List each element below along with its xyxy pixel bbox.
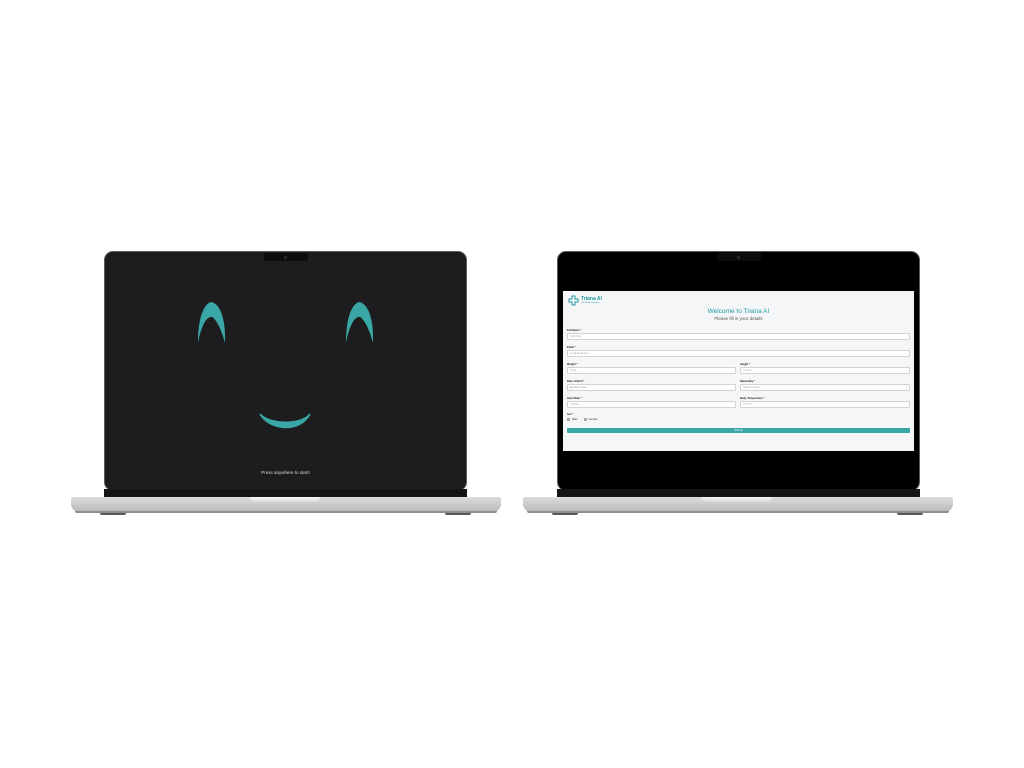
radio-male[interactable] xyxy=(567,418,570,421)
submit-button[interactable]: Submit xyxy=(567,428,910,433)
heart-rate-input[interactable]: 75 bpm xyxy=(567,401,736,408)
thumb-cutout xyxy=(702,497,772,502)
page-title: Welcome to Triana AI xyxy=(707,308,770,315)
smile-icon xyxy=(259,413,311,429)
full-name-input[interactable]: John Doe xyxy=(567,333,910,340)
weight-label: Weight * xyxy=(567,363,578,366)
foot-left xyxy=(552,513,578,515)
foot-left xyxy=(100,513,126,515)
foot-right xyxy=(897,513,923,515)
chevron-down-icon: ▾ xyxy=(905,386,907,389)
email-label: Email * xyxy=(567,346,576,349)
hinge xyxy=(104,489,467,497)
sex-options: Male Female xyxy=(567,418,597,421)
start-prompt: Press anywhere to start! xyxy=(261,470,310,475)
logo: Triana AI your health assistant xyxy=(568,295,602,306)
face-illustration xyxy=(198,302,374,429)
camera-notch xyxy=(264,253,308,261)
full-name-label: Full Name * xyxy=(567,329,582,332)
registration-app: Triana AI your health assistant Welcome … xyxy=(563,291,914,451)
radio-male-label: Male xyxy=(572,418,578,421)
camera-icon xyxy=(737,256,740,259)
medical-cross-logo-icon xyxy=(568,295,579,306)
nationality-placeholder: Select country xyxy=(743,386,760,389)
weight-input[interactable]: 70 kg xyxy=(567,367,736,374)
thumb-cutout xyxy=(250,497,320,502)
sex-label: Sex * xyxy=(567,413,574,416)
heart-rate-label: Heart Rate * xyxy=(567,397,582,400)
body-temp-input[interactable]: 37.5 °C xyxy=(740,401,910,408)
base-edge xyxy=(75,511,497,513)
email-input[interactable]: you@email.com xyxy=(567,350,910,357)
radio-female[interactable] xyxy=(583,418,587,421)
hinge xyxy=(557,489,920,497)
dob-input[interactable]: ▦ Select Date xyxy=(567,384,736,391)
logo-name: Triana AI xyxy=(581,295,602,302)
height-label: Height * xyxy=(740,363,750,366)
body-temp-label: Body Temperature * xyxy=(740,397,765,400)
left-eye-icon xyxy=(198,302,226,343)
camera-icon xyxy=(284,256,287,259)
camera-notch xyxy=(717,253,761,261)
start-screen[interactable]: Press anywhere to start! xyxy=(110,257,461,485)
nationality-label: Nationality * xyxy=(740,380,755,383)
nationality-select[interactable]: Select country ▾ xyxy=(740,384,910,391)
dob-placeholder: Select Date xyxy=(573,386,587,389)
right-eye-icon xyxy=(346,302,374,343)
radio-female-label: Female xyxy=(588,418,598,421)
dob-label: Date of Birth * xyxy=(567,380,585,383)
height-input[interactable]: 170 cm xyxy=(740,367,910,374)
page-subtitle: Please fill in your details xyxy=(714,316,763,321)
foot-right xyxy=(445,513,471,515)
base-edge xyxy=(527,511,949,513)
logo-tagline: your health assistant xyxy=(581,301,600,304)
